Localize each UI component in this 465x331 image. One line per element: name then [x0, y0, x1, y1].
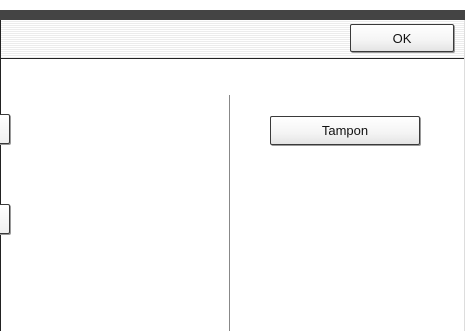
- left-border: [0, 20, 1, 331]
- header-divider: [0, 58, 465, 59]
- tampon-button[interactable]: Tampon: [270, 116, 420, 145]
- ok-button[interactable]: OK: [350, 24, 454, 52]
- left-panel-button-top[interactable]: [0, 114, 10, 144]
- left-panel-button-bottom[interactable]: [0, 204, 10, 234]
- title-bar: [0, 10, 465, 20]
- panel-divider: [229, 95, 230, 331]
